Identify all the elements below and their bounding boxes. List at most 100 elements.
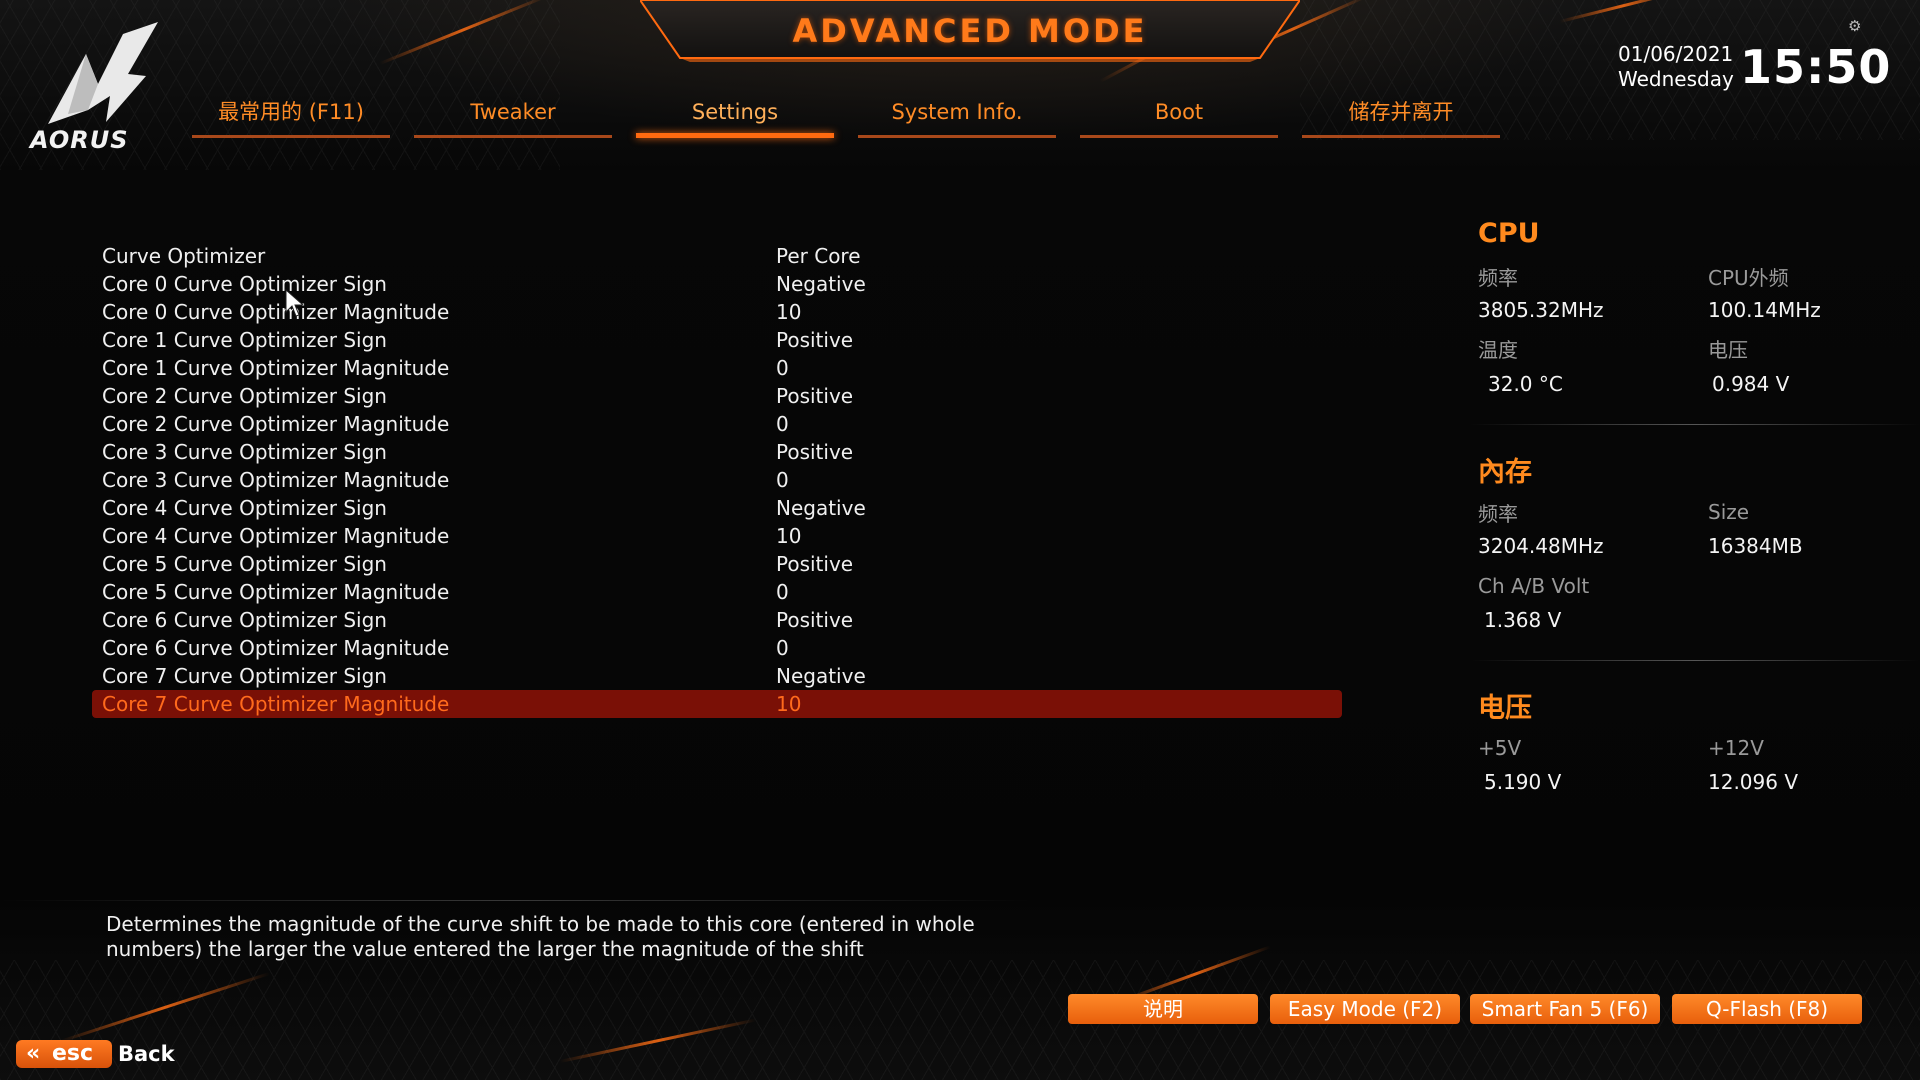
setting-name: Core 4 Curve Optimizer Sign: [102, 496, 387, 520]
setting-row-core2-magnitude[interactable]: Core 2 Curve Optimizer Magnitude 0: [92, 410, 1342, 438]
setting-name: Core 6 Curve Optimizer Magnitude: [102, 636, 450, 660]
setting-value: 0: [776, 580, 789, 604]
setting-row-core4-magnitude[interactable]: Core 4 Curve Optimizer Magnitude 10: [92, 522, 1342, 550]
help-button[interactable]: 说明: [1068, 994, 1258, 1024]
memory-volt-value: 1.368 V: [1484, 608, 1562, 632]
cpu-volt-value: 0.984 V: [1712, 372, 1790, 396]
setting-row-core2-sign[interactable]: Core 2 Curve Optimizer Sign Positive: [92, 382, 1342, 410]
cpu-section-title: CPU: [1478, 218, 1540, 249]
cpu-temp-label: 温度: [1478, 338, 1518, 362]
setting-row-core1-magnitude[interactable]: Core 1 Curve Optimizer Magnitude 0: [92, 354, 1342, 382]
setting-row-core1-sign[interactable]: Core 1 Curve Optimizer Sign Positive: [92, 326, 1342, 354]
tab-underline: [414, 135, 612, 138]
tab-system-info[interactable]: System Info.: [858, 94, 1056, 138]
double-chevron-left-icon: «: [26, 1041, 41, 1066]
setting-row-core4-sign[interactable]: Core 4 Curve Optimizer Sign Negative: [92, 494, 1342, 522]
tab-settings[interactable]: Settings: [636, 94, 834, 138]
setting-value: Positive: [776, 328, 854, 352]
brand-logo-text: AORUS: [30, 126, 129, 154]
description-line: Determines the magnitude of the curve sh…: [106, 912, 975, 936]
memory-size-value: 16384MB: [1708, 534, 1803, 558]
setting-name: Core 2 Curve Optimizer Sign: [102, 384, 387, 408]
settings-list: Curve Optimizer Per Core Core 0 Curve Opt…: [92, 242, 1342, 718]
gear-icon[interactable]: ⚙: [1848, 18, 1864, 34]
setting-row-core6-sign[interactable]: Core 6 Curve Optimizer Sign Positive: [92, 606, 1342, 634]
setting-value: Per Core: [776, 244, 861, 268]
setting-name: Core 4 Curve Optimizer Magnitude: [102, 524, 450, 548]
tab-save-and-exit[interactable]: 储存并离开: [1302, 94, 1500, 138]
setting-row-core5-sign[interactable]: Core 5 Curve Optimizer Sign Positive: [92, 550, 1342, 578]
tab-underline: [1080, 135, 1278, 138]
tab-label: 最常用的 (F11): [218, 100, 364, 124]
bios-screen: ADVANCED MODE AORUS 最常用的 (F11) Tweaker S…: [0, 0, 1920, 1080]
setting-name: Core 3 Curve Optimizer Magnitude: [102, 468, 450, 492]
v5-value: 5.190 V: [1484, 770, 1562, 794]
setting-row-core7-magnitude[interactable]: Core 7 Curve Optimizer Magnitude 10: [92, 690, 1342, 718]
setting-name: Core 5 Curve Optimizer Sign: [102, 552, 387, 576]
cpu-freq-value: 3805.32MHz: [1478, 298, 1604, 322]
setting-value: Positive: [776, 552, 854, 576]
memory-volt-label: Ch A/B Volt: [1478, 574, 1590, 598]
tab-label: Boot: [1154, 100, 1204, 124]
setting-row-core7-sign[interactable]: Core 7 Curve Optimizer Sign Negative: [92, 662, 1342, 690]
tab-tweaker[interactable]: Tweaker: [414, 94, 612, 138]
tab-label: Settings: [691, 100, 779, 124]
cpu-temp-value: 32.0 °C: [1488, 372, 1563, 396]
cpu-freq-label: 频率: [1478, 266, 1518, 290]
setting-row-core6-magnitude[interactable]: Core 6 Curve Optimizer Magnitude 0: [92, 634, 1342, 662]
setting-value: Negative: [776, 272, 866, 296]
easy-mode-button[interactable]: Easy Mode (F2): [1270, 994, 1460, 1024]
memory-freq-label: 频率: [1478, 502, 1518, 526]
v5-label: +5V: [1478, 736, 1522, 760]
panel-divider: [1470, 660, 1920, 661]
clock-time: 15:50: [1740, 40, 1892, 94]
tab-favorites[interactable]: 最常用的 (F11): [192, 94, 390, 138]
tab-label: 储存并离开: [1348, 100, 1454, 124]
setting-value: 0: [776, 636, 789, 660]
setting-value: 10: [776, 300, 802, 324]
back-label: Back: [118, 1042, 175, 1066]
setting-row-core3-magnitude[interactable]: Core 3 Curve Optimizer Magnitude 0: [92, 466, 1342, 494]
q-flash-button[interactable]: Q-Flash (F8): [1672, 994, 1862, 1024]
setting-name: Core 2 Curve Optimizer Magnitude: [102, 412, 450, 436]
memory-section-title: 內存: [1478, 457, 1532, 488]
setting-value: Positive: [776, 384, 854, 408]
setting-value: Negative: [776, 496, 866, 520]
setting-name: Core 7 Curve Optimizer Magnitude: [102, 692, 450, 716]
setting-name: Core 0 Curve Optimizer Magnitude: [102, 300, 450, 324]
tab-underline: [858, 135, 1056, 138]
setting-row-core0-magnitude[interactable]: Core 0 Curve Optimizer Magnitude 10: [92, 298, 1342, 326]
panel-divider: [1470, 424, 1920, 425]
tab-boot[interactable]: Boot: [1080, 94, 1278, 138]
setting-row-core5-magnitude[interactable]: Core 5 Curve Optimizer Magnitude 0: [92, 578, 1342, 606]
smart-fan-button[interactable]: Smart Fan 5 (F6): [1470, 994, 1660, 1024]
tab-underline: [192, 135, 390, 138]
setting-value: Positive: [776, 440, 854, 464]
cpu-volt-label: 电压: [1708, 338, 1748, 362]
setting-value: 10: [776, 692, 802, 716]
setting-name: Core 1 Curve Optimizer Magnitude: [102, 356, 450, 380]
v12-label: +12V: [1708, 736, 1764, 760]
page-title: ADVANCED MODE: [792, 12, 1148, 50]
description-divider: [0, 900, 1030, 901]
setting-row-core0-sign[interactable]: Core 0 Curve Optimizer Sign Negative: [92, 270, 1342, 298]
setting-name: Core 0 Curve Optimizer Sign: [102, 272, 387, 296]
setting-value: Negative: [776, 664, 866, 688]
setting-value: 0: [776, 356, 789, 380]
setting-name: Core 1 Curve Optimizer Sign: [102, 328, 387, 352]
setting-row-curve-optimizer[interactable]: Curve Optimizer Per Core: [92, 242, 1342, 270]
esc-button[interactable]: « esc: [16, 1040, 112, 1068]
mouse-cursor-icon: [285, 288, 305, 317]
tab-underline: [1302, 135, 1500, 138]
v12-value: 12.096 V: [1708, 770, 1799, 794]
esc-label: esc: [52, 1041, 94, 1066]
setting-name: Core 5 Curve Optimizer Magnitude: [102, 580, 450, 604]
setting-name: Core 6 Curve Optimizer Sign: [102, 608, 387, 632]
setting-row-core3-sign[interactable]: Core 3 Curve Optimizer Sign Positive: [92, 438, 1342, 466]
tab-underline: [636, 133, 834, 138]
tab-label: System Info.: [891, 100, 1023, 124]
setting-name: Core 3 Curve Optimizer Sign: [102, 440, 387, 464]
setting-value: 10: [776, 524, 802, 548]
setting-value: 0: [776, 468, 789, 492]
cpu-bclk-label: CPU外频: [1708, 266, 1789, 290]
